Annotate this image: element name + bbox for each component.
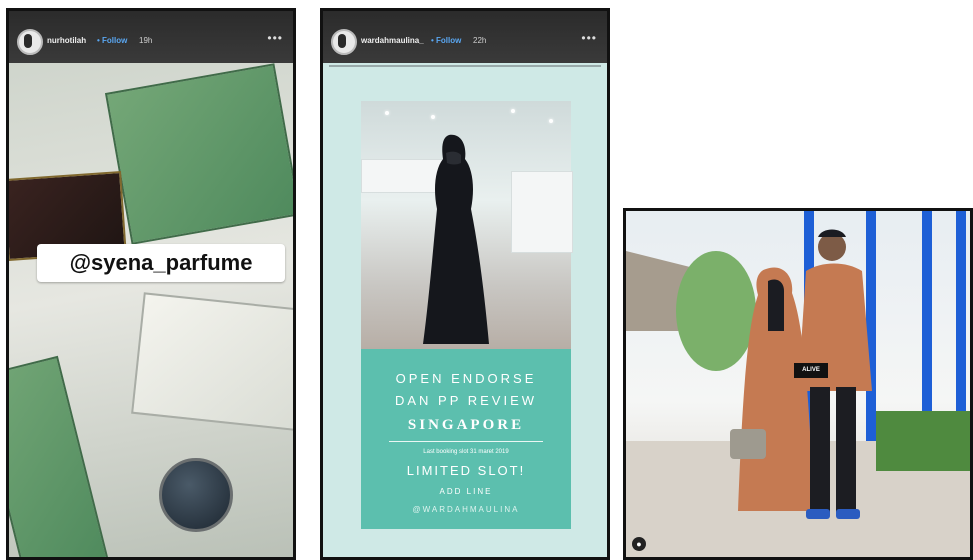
display-shelf: [511, 171, 573, 253]
promo-line-7: @WARDAHMAULINA: [412, 505, 520, 514]
perfume-box-white: [131, 292, 293, 432]
ceiling-light: [431, 115, 435, 119]
promo-line-6: ADD LINE: [439, 487, 493, 496]
promo-line-2: DAN PP REVIEW: [394, 393, 538, 408]
post-time: 19h: [139, 36, 153, 45]
ceiling-light: [549, 119, 553, 123]
promo-divider: [389, 441, 543, 442]
username[interactable]: nurhotilah: [47, 36, 86, 45]
post-image-couple: ALIVE ●: [626, 211, 970, 557]
post-screenshot-couple: ALIVE ●: [623, 208, 973, 560]
promo-card: OPEN ENDORSE DAN PP REVIEW SINGAPORE Las…: [361, 349, 571, 529]
promo-line-5: LIMITED SLOT!: [406, 463, 526, 478]
username[interactable]: wardahmaulina_: [361, 36, 424, 45]
story-screenshot-endorse: wardahmaulina_ • Follow 22h ••• OPEN END…: [320, 8, 610, 560]
follow-link[interactable]: • Follow: [97, 36, 127, 45]
story-image-perfume: [9, 63, 293, 557]
mention-sticker[interactable]: @syena_parfume: [37, 244, 285, 282]
ceiling-light: [385, 111, 389, 115]
post-time: 22h: [473, 36, 487, 45]
follow-link[interactable]: • Follow: [431, 36, 461, 45]
promo-line-3: SINGAPORE: [407, 417, 525, 433]
avatar[interactable]: [17, 29, 43, 55]
perfume-bottle: [159, 458, 233, 532]
story-screenshot-perfume: nurhotilah • Follow 19h ••• @syena_parfu…: [6, 8, 296, 560]
street-scene: [626, 229, 970, 557]
avatar[interactable]: [331, 29, 357, 55]
perfume-box-green: [104, 63, 293, 245]
more-options-icon[interactable]: •••: [581, 31, 597, 45]
story-photo-boutique: [361, 101, 573, 349]
story-header: wardahmaulina_ • Follow 22h •••: [323, 11, 607, 63]
promo-line-4: Last booking slot 31 maret 2019: [423, 449, 509, 455]
ceiling-light: [511, 109, 515, 113]
promo-line-1: OPEN ENDORSE: [395, 371, 537, 386]
story-header: nurhotilah • Follow 19h •••: [9, 11, 293, 63]
story-progress-bar: [329, 65, 601, 67]
woman-in-black-abaya: [423, 134, 489, 344]
perfume-box-green-2: [9, 355, 110, 557]
person-icon[interactable]: ●: [632, 537, 646, 551]
more-options-icon[interactable]: •••: [267, 31, 283, 45]
product-tag[interactable]: ALIVE: [794, 363, 828, 378]
